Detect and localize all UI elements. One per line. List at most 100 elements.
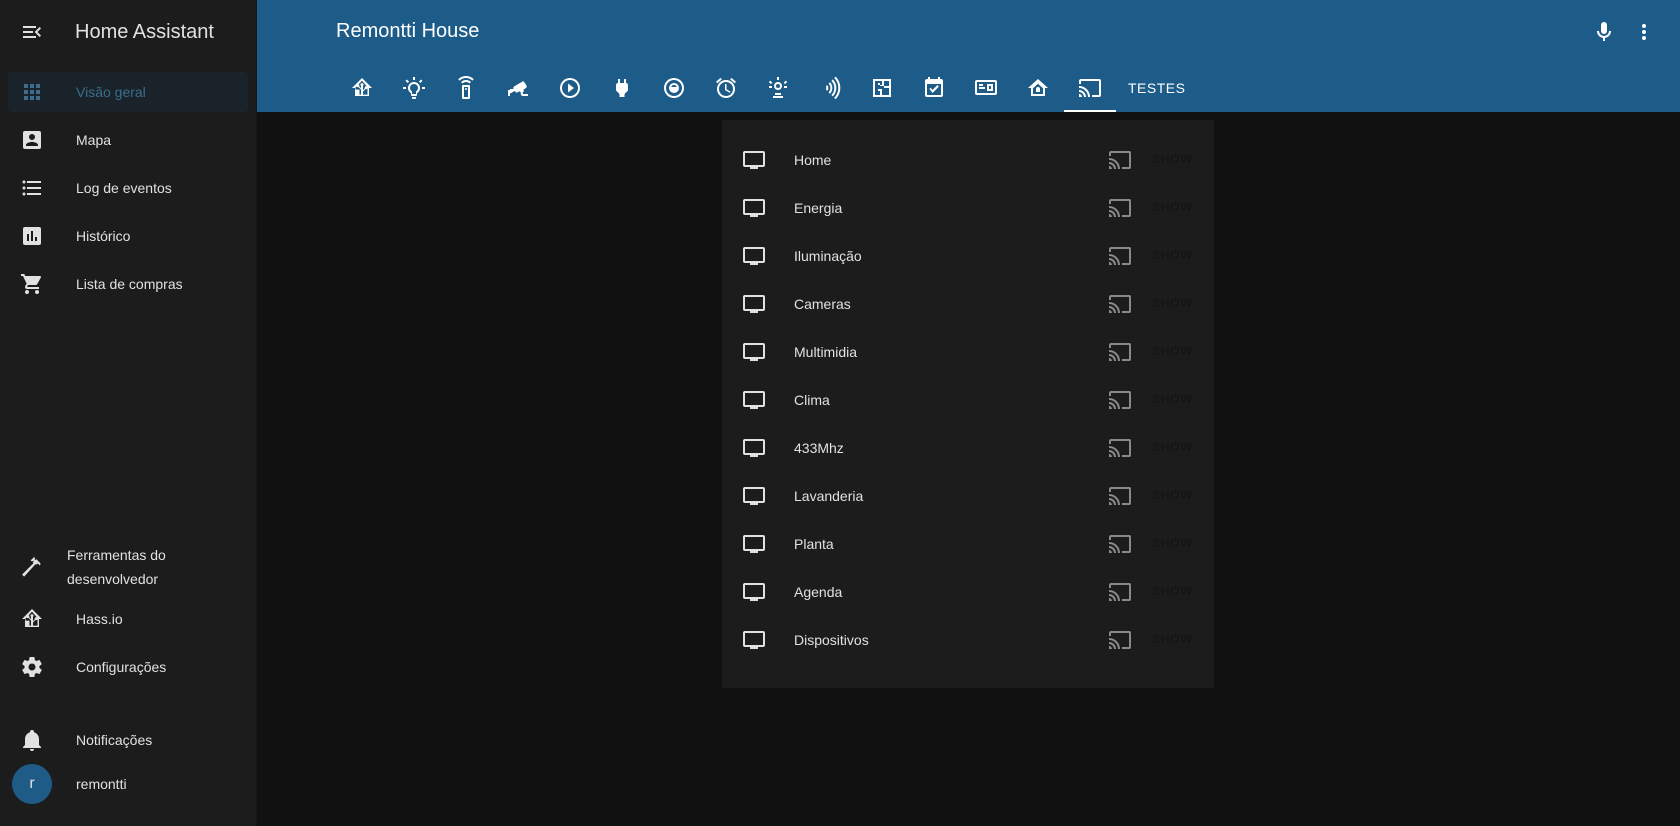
list-item[interactable]: Dispositivos SHOW <box>722 616 1214 664</box>
tab-devices[interactable] <box>960 64 1012 112</box>
cast-button[interactable] <box>1108 292 1132 316</box>
tab-climate[interactable] <box>752 64 804 112</box>
tab-media[interactable] <box>544 64 596 112</box>
view-name: 433Mhz <box>794 440 844 456</box>
show-button[interactable]: SHOW <box>1152 152 1193 166</box>
calendar-check-icon <box>925 77 943 97</box>
floor-plan-icon <box>873 79 891 97</box>
television-icon <box>743 247 765 265</box>
cast-card: Home SHOW Energia SHOW Iluminação SHOW Cameras… <box>722 120 1214 688</box>
view-name: Cameras <box>794 296 851 312</box>
sidebar-item-logbook[interactable]: Log de eventos <box>8 168 248 208</box>
cast-icon <box>1109 343 1131 361</box>
show-button[interactable]: SHOW <box>1152 536 1193 550</box>
view-name: Lavanderia <box>794 488 864 504</box>
show-button[interactable]: SHOW <box>1152 440 1193 454</box>
show-button[interactable]: SHOW <box>1152 632 1193 646</box>
tab-lighting[interactable] <box>388 64 440 112</box>
account-box-icon <box>23 131 41 149</box>
sidebar-user[interactable]: r remontti <box>8 764 248 804</box>
play-circle-icon <box>560 78 580 98</box>
home-icon <box>1028 79 1048 96</box>
sidebar-item-history[interactable]: Histórico <box>8 216 248 256</box>
cast-button[interactable] <box>1108 484 1132 508</box>
television-icon <box>743 151 765 169</box>
list-item[interactable]: Energia SHOW <box>722 184 1214 232</box>
tab-laundry[interactable] <box>648 64 700 112</box>
sidebar-item-hassio[interactable]: Hass.io <box>8 599 248 639</box>
list-item[interactable]: Cameras SHOW <box>722 280 1214 328</box>
list-item[interactable]: Clima SHOW <box>722 376 1214 424</box>
overflow-menu-button[interactable] <box>1624 12 1664 52</box>
tv-icon-wrap <box>742 196 790 220</box>
sidebar-item-label: Hass.io <box>76 611 123 627</box>
sidebar-item-settings[interactable]: Configurações <box>8 647 248 687</box>
voice-command-button[interactable] <box>1584 12 1624 52</box>
sidebar-item-shopping-list[interactable]: Lista de compras <box>8 264 248 304</box>
sidebar-item-label: Histórico <box>76 228 131 244</box>
remote-icon <box>458 76 474 99</box>
tab-calendar[interactable] <box>908 64 960 112</box>
show-button[interactable]: SHOW <box>1152 488 1193 502</box>
list-item[interactable]: Home SHOW <box>722 136 1214 184</box>
cast-button[interactable] <box>1108 532 1132 556</box>
show-button[interactable]: SHOW <box>1152 248 1193 262</box>
television-icon <box>743 391 765 409</box>
list-item[interactable]: Iluminação SHOW <box>722 232 1214 280</box>
view-name: Planta <box>794 536 834 552</box>
cast-button[interactable] <box>1108 628 1132 652</box>
tab-testes[interactable]: TESTES <box>1116 64 1197 112</box>
tab-cameras[interactable] <box>492 64 544 112</box>
television-icon <box>743 583 765 601</box>
tv-icon-wrap <box>742 148 790 172</box>
list-item[interactable]: Agenda SHOW <box>722 568 1214 616</box>
sidebar-item-map[interactable]: Mapa <box>8 120 248 160</box>
list-item[interactable]: Lavanderia SHOW <box>722 472 1214 520</box>
tab-home[interactable] <box>1012 64 1064 112</box>
list-item[interactable]: 433Mhz SHOW <box>722 424 1214 472</box>
tab-remote[interactable] <box>440 64 492 112</box>
cast-button[interactable] <box>1108 436 1132 460</box>
top-app-bar: Remontti House TESTES <box>257 0 1680 112</box>
tab-floor-plan[interactable] <box>856 64 908 112</box>
tab-schedule[interactable] <box>700 64 752 112</box>
cast-button[interactable] <box>1108 388 1132 412</box>
list-item[interactable]: Planta SHOW <box>722 520 1214 568</box>
tab-433mhz[interactable] <box>804 64 856 112</box>
tv-icon-wrap <box>742 628 790 652</box>
menu-toggle-button[interactable] <box>0 0 64 64</box>
show-button[interactable]: SHOW <box>1152 344 1193 358</box>
show-button[interactable]: SHOW <box>1152 296 1193 310</box>
cast-button[interactable] <box>1108 196 1132 220</box>
toolbar-actions <box>1584 12 1664 52</box>
sidebar-item-overview[interactable]: Visão geral <box>8 72 248 112</box>
tab-energy[interactable] <box>596 64 648 112</box>
menu-open-icon <box>23 26 41 38</box>
show-button[interactable]: SHOW <box>1152 584 1193 598</box>
cast-button[interactable] <box>1108 580 1132 604</box>
cast-icon <box>1109 295 1131 313</box>
tab-home-assistant[interactable] <box>336 64 388 112</box>
sidebar-item-label: Configurações <box>76 659 167 675</box>
gear-icon <box>22 657 42 677</box>
television-icon <box>743 439 765 457</box>
home-assistant-icon <box>352 78 372 96</box>
cast-icon <box>1079 79 1101 97</box>
list-item[interactable]: Multimidia SHOW <box>722 328 1214 376</box>
show-button[interactable]: SHOW <box>1152 392 1193 406</box>
cast-button[interactable] <box>1108 148 1132 172</box>
sidebar-item-label: Mapa <box>76 132 112 148</box>
sidebar-item-developer-tools[interactable]: Ferramentas do desenvolvedor <box>8 541 248 593</box>
cast-button[interactable] <box>1108 244 1132 268</box>
television-icon <box>743 535 765 553</box>
tab-cast[interactable] <box>1064 64 1116 112</box>
cast-button[interactable] <box>1108 340 1132 364</box>
cart-icon <box>21 274 41 294</box>
nfc-icon <box>825 76 841 100</box>
sidebar-item-notifications[interactable]: Notificações <box>8 720 248 760</box>
user-name: remontti <box>76 776 127 792</box>
tv-icon-wrap <box>742 244 790 268</box>
show-button[interactable]: SHOW <box>1152 200 1193 214</box>
sidebar: Home Assistant Visão geral Mapa Log de e… <box>0 0 257 826</box>
tv-icon-wrap <box>742 388 790 412</box>
